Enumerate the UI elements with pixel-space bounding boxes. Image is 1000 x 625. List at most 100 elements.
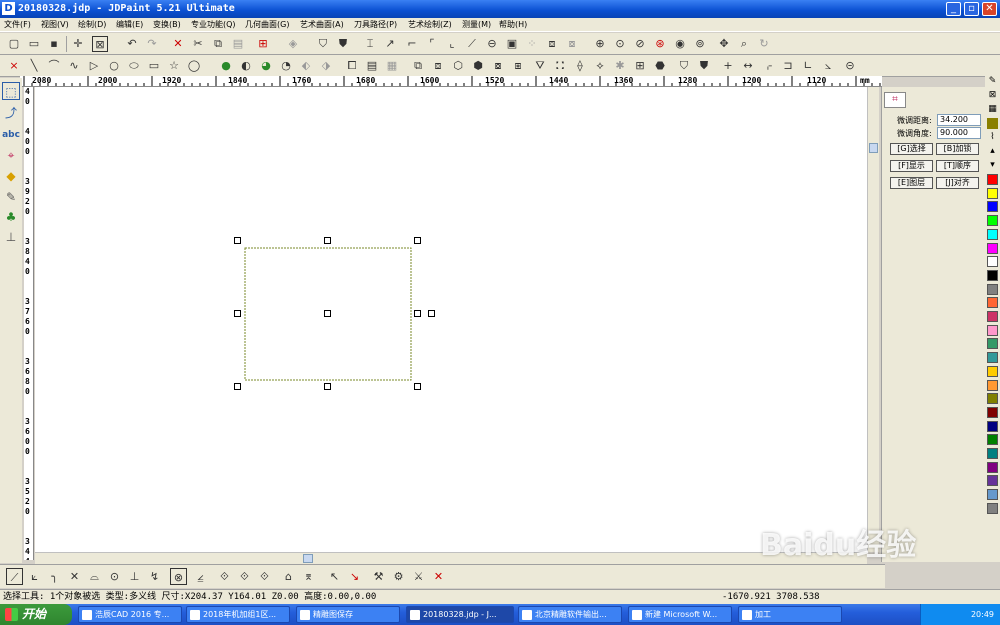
taskbar-item[interactable]: 北京精雕软件输出... xyxy=(518,606,622,623)
fine-distance-input[interactable]: 34.200 xyxy=(937,114,981,126)
menu-view[interactable]: 视图(V) xyxy=(41,19,69,31)
display-button[interactable]: [F]显示 xyxy=(890,160,933,172)
shield-outline-icon[interactable]: ⛉ xyxy=(676,58,692,74)
color-swatch[interactable] xyxy=(987,269,998,281)
taskbar-item[interactable]: 新建 Microsoft W... xyxy=(628,606,732,623)
circle-node-icon[interactable]: ⊙ xyxy=(106,568,123,585)
fillet-icon[interactable]: ⌜ xyxy=(424,36,440,52)
join-icon[interactable]: ⟋ xyxy=(464,36,480,52)
bulb-icon[interactable]: ● xyxy=(218,58,234,74)
tool-delete-icon[interactable]: ⚔ xyxy=(410,568,427,585)
deselect-cursor-icon[interactable]: ↘ xyxy=(346,568,363,585)
pen-icon[interactable]: ✎ xyxy=(987,76,998,87)
view-eye-icon[interactable]: ◉ xyxy=(672,36,688,52)
color-swatch[interactable] xyxy=(987,352,998,364)
break-icon[interactable]: ↯ xyxy=(146,568,163,585)
drawing-canvas[interactable] xyxy=(35,87,867,552)
line-icon[interactable]: ╲ xyxy=(26,58,42,74)
selection-handle[interactable] xyxy=(234,310,241,317)
diamond-tool-icon[interactable]: ◆ xyxy=(2,167,20,185)
horizontal-scrollbar[interactable] xyxy=(35,552,867,564)
circle-icon[interactable]: ○ xyxy=(106,58,122,74)
color-swatch[interactable] xyxy=(987,215,998,227)
undo-icon[interactable]: ↶ xyxy=(124,36,140,52)
node-tool-icon[interactable]: ⤴ xyxy=(2,104,20,122)
pattern-icon[interactable]: ▦ xyxy=(987,104,998,115)
color-swatch[interactable] xyxy=(987,256,998,268)
array-icon[interactable]: ⬡ xyxy=(450,58,466,74)
menu-draw[interactable]: 绘制(D) xyxy=(78,19,106,31)
menu-geometry-surface[interactable]: 几何曲面(G) xyxy=(245,19,289,31)
rotate-view-icon[interactable]: ⊚ xyxy=(692,36,708,52)
diamond-grid-3-icon[interactable]: ⟐ xyxy=(256,568,273,585)
offset-icon[interactable]: ⧉ xyxy=(410,58,426,74)
diamond-grid-icon[interactable]: ⟐ xyxy=(216,568,233,585)
scroll-thumb[interactable] xyxy=(303,554,313,563)
shield-solid-icon[interactable]: ⛊ xyxy=(696,58,712,74)
menu-measure[interactable]: 测量(M) xyxy=(462,19,491,31)
color-swatch[interactable] xyxy=(987,434,998,446)
select-tool-icon[interactable]: ⬚ xyxy=(2,82,20,100)
zoom-all-icon[interactable]: ⊛ xyxy=(652,36,668,52)
color-swatch[interactable] xyxy=(987,406,998,418)
start-button[interactable]: 开始 xyxy=(0,604,72,625)
menu-art-draw[interactable]: 艺术绘制(Z) xyxy=(408,19,452,31)
chamfer-icon[interactable]: ⌞ xyxy=(444,36,460,52)
menu-professional[interactable]: 专业功能(Q) xyxy=(191,19,236,31)
color-swatch[interactable] xyxy=(987,379,998,391)
fine-angle-input[interactable]: 90.000 xyxy=(937,127,981,139)
convex-icon[interactable]: ⛛ xyxy=(532,58,548,74)
align-button[interactable]: [J]对齐 xyxy=(936,177,979,189)
scale-icon[interactable]: ⧇ xyxy=(490,58,506,74)
scroll-down-icon[interactable]: ▾ xyxy=(987,160,998,171)
save-icon[interactable]: ▪ xyxy=(46,36,62,52)
selection-handle[interactable] xyxy=(324,310,331,317)
perpendicular-icon[interactable]: ⊥ xyxy=(126,568,143,585)
selection-handle[interactable] xyxy=(324,383,331,390)
color-swatch[interactable] xyxy=(987,448,998,459)
tool-edit-icon[interactable]: ⚙ xyxy=(390,568,407,585)
menu-help[interactable]: 帮助(H) xyxy=(499,19,527,31)
blend-icon[interactable]: ✱ xyxy=(612,58,628,74)
color-swatch[interactable] xyxy=(987,393,998,405)
color-swatch[interactable] xyxy=(987,489,998,501)
trim-icon[interactable]: ⌶ xyxy=(362,36,378,52)
rectangle-icon[interactable]: ▭ xyxy=(146,58,162,74)
surface-icon[interactable]: ⬣ xyxy=(652,58,668,74)
bracket-icon[interactable]: ⌌ xyxy=(760,58,776,74)
trim-corner-icon[interactable]: ⟀ xyxy=(26,568,43,585)
angle-measure-icon[interactable]: ⦣ xyxy=(820,58,836,74)
point-icon[interactable]: × xyxy=(6,58,22,74)
mirror-icon[interactable]: ⧈ xyxy=(430,58,446,74)
ungroup-icon[interactable]: ⧇ xyxy=(564,36,580,52)
selection-handle[interactable] xyxy=(234,237,241,244)
color-swatch[interactable] xyxy=(987,187,998,199)
explode-icon[interactable]: ⊗ xyxy=(170,568,187,585)
selection-handle[interactable] xyxy=(324,237,331,244)
lock-button[interactable]: [B]加锁 xyxy=(936,143,979,155)
extend-icon[interactable]: ↗ xyxy=(382,36,398,52)
layer-icon[interactable]: ◈ xyxy=(285,36,301,52)
scroll-up-icon[interactable]: ▴ xyxy=(987,146,998,157)
loft-icon[interactable]: ⟡ xyxy=(592,58,608,74)
paste-icon[interactable]: ▤ xyxy=(230,36,246,52)
layer-button[interactable]: [E]图层 xyxy=(890,177,933,189)
corner-icon[interactable]: ⌐ xyxy=(404,36,420,52)
group-icon[interactable]: ⧈ xyxy=(544,36,560,52)
selection-handle[interactable] xyxy=(414,310,421,317)
cancel-icon[interactable]: ✕ xyxy=(430,568,447,585)
sweep-icon[interactable]: ⟠ xyxy=(572,58,588,74)
lasso-icon[interactable]: ⊝ xyxy=(842,58,858,74)
color-swatch[interactable] xyxy=(987,297,998,309)
selection-handle[interactable] xyxy=(414,237,421,244)
new-file-icon[interactable]: ▢ xyxy=(6,36,22,52)
select-button[interactable]: [G]选择 xyxy=(890,143,933,155)
round-corner-icon[interactable]: ╮ xyxy=(46,568,63,585)
hatch-icon[interactable]: ▤ xyxy=(364,58,380,74)
text-tool-icon[interactable]: abc xyxy=(2,126,20,144)
pan-icon[interactable]: ✥ xyxy=(716,36,732,52)
no-color-icon[interactable]: ⊠ xyxy=(987,90,998,101)
line-edit-icon[interactable]: ⟋ xyxy=(6,568,23,585)
menu-art-surface[interactable]: 艺术曲面(A) xyxy=(300,19,344,31)
arc-join-icon[interactable]: ⌓ xyxy=(86,568,103,585)
